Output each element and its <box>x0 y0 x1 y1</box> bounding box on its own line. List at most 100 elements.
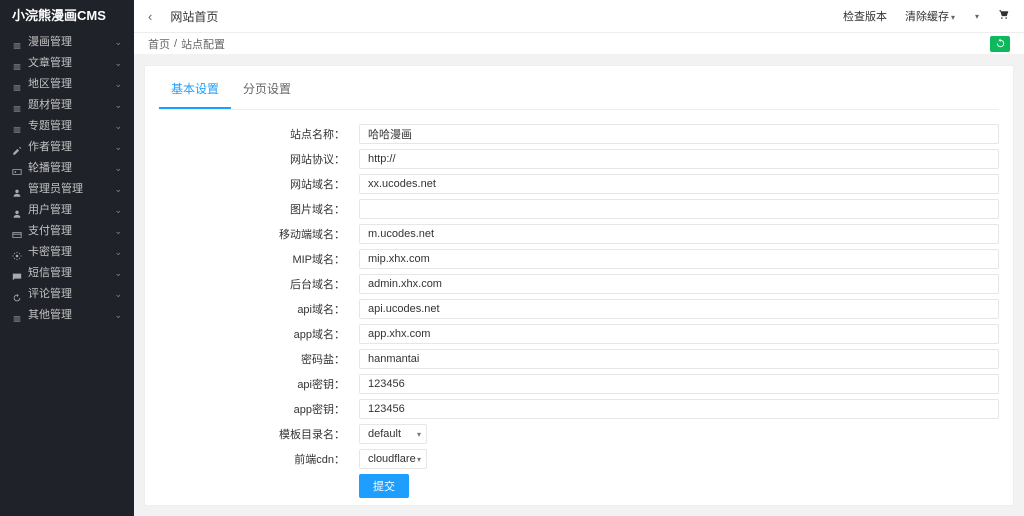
protocol-input[interactable] <box>359 149 999 169</box>
label-api-secret: api密钥： <box>159 376 359 392</box>
sidebar-item-3[interactable]: 题材管理 ⌄ <box>0 95 134 116</box>
sidebar-item-label: 专题管理 <box>28 116 72 137</box>
list-icon <box>12 101 22 111</box>
mip-domain-input[interactable] <box>359 249 999 269</box>
label-template: 模板目录名： <box>159 426 359 442</box>
sidebar-item-7[interactable]: 管理员管理 ⌄ <box>0 179 134 200</box>
sidebar-item-label: 管理员管理 <box>28 179 83 200</box>
img-domain-input[interactable] <box>359 199 999 219</box>
label-app-secret: app密钥： <box>159 401 359 417</box>
label-admin-domain: 后台域名： <box>159 276 359 292</box>
api-secret-input[interactable] <box>359 374 999 394</box>
submit-button[interactable]: 提交 <box>359 474 409 498</box>
app-secret-input[interactable] <box>359 399 999 419</box>
chevron-down-icon: ▾ <box>951 13 955 22</box>
label-cdn: 前端cdn： <box>159 451 359 467</box>
settings-card: 基本设置 分页设置 站点名称： 网站协议： 网站域名： 图片域名： 移动端域名：… <box>144 65 1014 506</box>
sidebar: 小浣熊漫画CMS 漫画管理⌄文章管理⌄地区管理⌄题材管理⌄专题管理⌄作者管理⌄轮… <box>0 0 134 516</box>
edit-icon <box>12 143 22 153</box>
pay-icon <box>12 227 22 237</box>
chevron-down-icon: ⌄ <box>114 305 122 326</box>
sidebar-item-5[interactable]: 作者管理 ⌄ <box>0 137 134 158</box>
chevron-down-icon: ⌄ <box>114 263 122 284</box>
user-icon <box>12 185 22 195</box>
breadcrumb-bar: 首页 / 站点配置 <box>134 33 1024 55</box>
sidebar-item-4[interactable]: 专题管理 ⌄ <box>0 116 134 137</box>
chevron-down-icon: ⌄ <box>114 74 122 95</box>
tab-paging[interactable]: 分页设置 <box>231 80 303 109</box>
brand-logo: 小浣熊漫画CMS <box>0 0 134 32</box>
sidebar-item-8[interactable]: 用户管理 ⌄ <box>0 200 134 221</box>
tabs: 基本设置 分页设置 <box>159 80 999 110</box>
sidebar-item-2[interactable]: 地区管理 ⌄ <box>0 74 134 95</box>
settings-form: 站点名称： 网站协议： 网站域名： 图片域名： 移动端域名： MIP域名： 后台… <box>159 124 999 498</box>
chevron-down-icon: ⌄ <box>114 32 122 53</box>
sidebar-item-11[interactable]: 短信管理⌄ <box>0 263 134 284</box>
site-name-input[interactable] <box>359 124 999 144</box>
list-icon <box>12 122 22 132</box>
label-salt: 密码盐： <box>159 351 359 367</box>
mobile-domain-input[interactable] <box>359 224 999 244</box>
domain-input[interactable] <box>359 174 999 194</box>
sidebar-item-label: 题材管理 <box>28 95 72 116</box>
sync-icon <box>12 290 22 300</box>
topbar: ‹ 网站首页 检查版本 清除缓存▾ ▾ <box>134 0 1024 33</box>
sidebar-item-label: 漫画管理 <box>28 32 72 53</box>
label-img-domain: 图片域名： <box>159 201 359 217</box>
list-icon <box>12 59 22 69</box>
admin-domain-input[interactable] <box>359 274 999 294</box>
user-icon <box>12 206 22 216</box>
chevron-down-icon: ⌄ <box>114 95 122 116</box>
label-site-name: 站点名称： <box>159 126 359 142</box>
sidebar-item-label: 支付管理 <box>28 221 72 242</box>
back-button[interactable]: ‹ <box>148 9 152 24</box>
sidebar-item-6[interactable]: 轮播管理⌄ <box>0 158 134 179</box>
list-icon <box>12 80 22 90</box>
label-domain: 网站域名： <box>159 176 359 192</box>
check-version-link[interactable]: 检查版本 <box>843 8 887 24</box>
app-domain-input[interactable] <box>359 324 999 344</box>
sidebar-item-13[interactable]: 其他管理 ⌄ <box>0 305 134 326</box>
sidebar-item-0[interactable]: 漫画管理 ⌄ <box>0 32 134 53</box>
sidebar-item-label: 文章管理 <box>28 53 72 74</box>
sidebar-item-1[interactable]: 文章管理 ⌄ <box>0 53 134 74</box>
label-mip-domain: MIP域名： <box>159 251 359 267</box>
gear-icon <box>12 248 22 258</box>
sidebar-nav: 漫画管理⌄文章管理⌄地区管理⌄题材管理⌄专题管理⌄作者管理⌄轮播管理⌄管理员管理… <box>0 32 134 516</box>
chevron-down-icon: ⌄ <box>114 221 122 242</box>
label-api-domain: api域名： <box>159 301 359 317</box>
sidebar-item-12[interactable]: 评论管理 ⌄ <box>0 284 134 305</box>
sidebar-item-label: 评论管理 <box>28 284 72 305</box>
breadcrumb-home[interactable]: 首页 <box>148 36 170 52</box>
refresh-button[interactable] <box>990 36 1010 52</box>
sidebar-item-label: 地区管理 <box>28 74 72 95</box>
template-select[interactable] <box>359 424 427 444</box>
sidebar-item-label: 作者管理 <box>28 137 72 158</box>
cdn-select[interactable] <box>359 449 427 469</box>
chevron-down-icon: ⌄ <box>114 116 122 137</box>
sidebar-item-10[interactable]: 卡密管理 ⌄ <box>0 242 134 263</box>
list-icon <box>12 38 22 48</box>
breadcrumb-current: 站点配置 <box>181 36 225 52</box>
chevron-down-icon: ⌄ <box>114 242 122 263</box>
chevron-down-icon: ⌄ <box>114 179 122 200</box>
tab-basic[interactable]: 基本设置 <box>159 80 231 109</box>
chevron-down-icon: ⌄ <box>114 53 122 74</box>
cart-icon[interactable] <box>997 8 1010 24</box>
page-title: 网站首页 <box>170 8 218 25</box>
chevron-down-icon[interactable]: ▾ <box>975 12 979 21</box>
sidebar-item-9[interactable]: 支付管理 ⌄ <box>0 221 134 242</box>
chevron-down-icon: ⌄ <box>114 284 122 305</box>
chevron-down-icon: ⌄ <box>114 137 122 158</box>
salt-input[interactable] <box>359 349 999 369</box>
clear-cache-link[interactable]: 清除缓存▾ <box>905 8 955 24</box>
sidebar-item-label: 其他管理 <box>28 305 72 326</box>
label-mobile-domain: 移动端域名： <box>159 226 359 242</box>
slider-icon <box>12 164 22 174</box>
api-domain-input[interactable] <box>359 299 999 319</box>
list-icon <box>12 311 22 321</box>
sidebar-item-label: 卡密管理 <box>28 242 72 263</box>
chevron-down-icon: ⌄ <box>114 200 122 221</box>
sidebar-item-label: 用户管理 <box>28 200 72 221</box>
label-protocol: 网站协议： <box>159 151 359 167</box>
